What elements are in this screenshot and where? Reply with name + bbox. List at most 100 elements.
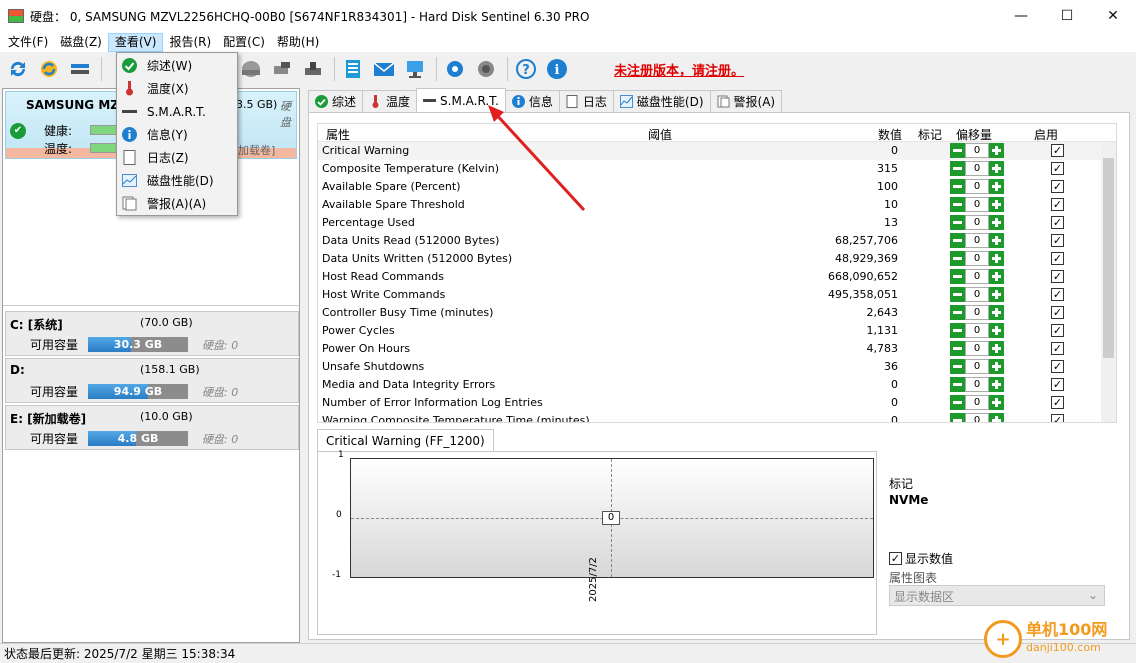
partition-d[interactable]: D: (158.1 GB) 可用容量 94.9 GB 硬盘: 0 — [5, 358, 299, 403]
table-scrollbar[interactable] — [1101, 142, 1116, 422]
increase-offset-button[interactable] — [989, 251, 1004, 266]
disk-repair-icon[interactable] — [299, 55, 327, 83]
menu-item-info[interactable]: 信息(Y) — [117, 123, 237, 146]
show-values-checkbox[interactable]: ✓ — [889, 552, 902, 565]
increase-offset-button[interactable] — [989, 197, 1004, 212]
decrease-offset-button[interactable] — [950, 197, 965, 212]
header-enabled[interactable]: 启用 — [1034, 126, 1058, 143]
decrease-offset-button[interactable] — [950, 251, 965, 266]
minimize-button[interactable]: — — [998, 0, 1044, 32]
enabled-checkbox[interactable]: ✓ — [1051, 306, 1064, 319]
decrease-offset-button[interactable] — [950, 377, 965, 392]
enabled-checkbox[interactable]: ✓ — [1051, 180, 1064, 193]
disk-test-icon[interactable] — [268, 55, 296, 83]
decrease-offset-button[interactable] — [950, 143, 965, 158]
menu-disk[interactable]: 磁盘(Z) — [54, 33, 108, 52]
enabled-checkbox[interactable]: ✓ — [1051, 234, 1064, 247]
enabled-checkbox[interactable]: ✓ — [1051, 270, 1064, 283]
partition-c[interactable]: C: [系统] (70.0 GB) 可用容量 30.3 GB 硬盘: 0 — [5, 311, 299, 356]
scrollbar-thumb[interactable] — [1103, 158, 1114, 358]
offset-value[interactable]: 0 — [965, 413, 989, 422]
increase-offset-button[interactable] — [989, 143, 1004, 158]
tab-temperature[interactable]: 温度 — [362, 90, 418, 112]
email-icon[interactable] — [370, 55, 398, 83]
tab-performance[interactable]: 磁盘性能(D) — [612, 90, 711, 112]
offset-value[interactable]: 0 — [965, 359, 989, 374]
unregistered-link[interactable]: 未注册版本，请注册。 — [614, 60, 744, 79]
menu-view[interactable]: 查看(V) — [107, 32, 164, 52]
decrease-offset-button[interactable] — [950, 161, 965, 176]
menu-item-temperature[interactable]: 温度(X) — [117, 77, 237, 100]
offset-value[interactable]: 0 — [965, 377, 989, 392]
increase-offset-button[interactable] — [989, 269, 1004, 284]
enabled-checkbox[interactable]: ✓ — [1051, 216, 1064, 229]
close-button[interactable]: ✕ — [1090, 0, 1136, 32]
report-icon[interactable] — [339, 55, 367, 83]
menu-item-overview[interactable]: 综述(W) — [117, 54, 237, 77]
enabled-checkbox[interactable]: ✓ — [1051, 324, 1064, 337]
decrease-offset-button[interactable] — [950, 233, 965, 248]
offset-value[interactable]: 0 — [965, 197, 989, 212]
header-attribute[interactable]: 属性 — [326, 126, 350, 143]
table-row[interactable]: Warning Composite Temperature Time (minu… — [318, 412, 1103, 422]
header-threshold[interactable]: 阈值 — [648, 126, 672, 143]
menu-help[interactable]: 帮助(H) — [271, 33, 325, 52]
decrease-offset-button[interactable] — [950, 305, 965, 320]
table-row[interactable]: Data Units Read (512000 Bytes) 68,257,706… — [318, 232, 1103, 250]
enabled-checkbox[interactable]: ✓ — [1051, 414, 1064, 422]
header-offset[interactable]: 偏移量 — [956, 126, 992, 143]
table-row[interactable]: Data Units Written (512000 Bytes) 48,929,… — [318, 250, 1103, 268]
enabled-checkbox[interactable]: ✓ — [1051, 288, 1064, 301]
disk-list-icon[interactable] — [66, 55, 94, 83]
refresh-icon[interactable] — [4, 55, 32, 83]
offset-value[interactable]: 0 — [965, 323, 989, 338]
offset-value[interactable]: 0 — [965, 251, 989, 266]
table-row[interactable]: Media and Data Integrity Errors 0 0 ✓ — [318, 376, 1103, 394]
table-row[interactable]: Percentage Used 13 0 ✓ — [318, 214, 1103, 232]
tab-info[interactable]: 信息 — [504, 90, 560, 112]
attr-chart-select[interactable]: 显示数据区 ⌄ — [889, 585, 1105, 606]
enabled-checkbox[interactable]: ✓ — [1051, 198, 1064, 211]
decrease-offset-button[interactable] — [950, 287, 965, 302]
disk-surface-icon[interactable] — [237, 55, 265, 83]
offset-value[interactable]: 0 — [965, 395, 989, 410]
menu-report[interactable]: 报告(R) — [163, 33, 217, 52]
enabled-checkbox[interactable]: ✓ — [1051, 360, 1064, 373]
offset-value[interactable]: 0 — [965, 269, 989, 284]
table-row[interactable]: Critical Warning 0 0 ✓ — [318, 142, 1103, 160]
enabled-checkbox[interactable]: ✓ — [1051, 252, 1064, 265]
decrease-offset-button[interactable] — [950, 359, 965, 374]
increase-offset-button[interactable] — [989, 323, 1004, 338]
offset-value[interactable]: 0 — [965, 341, 989, 356]
about-info-icon[interactable]: i — [543, 55, 571, 83]
decrease-offset-button[interactable] — [950, 341, 965, 356]
header-value[interactable]: 数值 — [878, 126, 902, 143]
offset-value[interactable]: 0 — [965, 143, 989, 158]
enabled-checkbox[interactable]: ✓ — [1051, 162, 1064, 175]
header-flag[interactable]: 标记 — [918, 126, 942, 143]
maximize-button[interactable]: ☐ — [1044, 0, 1090, 32]
decrease-offset-button[interactable] — [950, 179, 965, 194]
offset-value[interactable]: 0 — [965, 287, 989, 302]
tab-overview[interactable]: 综述 — [308, 90, 364, 112]
offset-value[interactable]: 0 — [965, 233, 989, 248]
table-row[interactable]: Power On Hours 4,783 0 ✓ — [318, 340, 1103, 358]
increase-offset-button[interactable] — [989, 413, 1004, 422]
menu-config[interactable]: 配置(C) — [217, 33, 271, 52]
partition-e[interactable]: E: [新加载卷] (10.0 GB) 可用容量 4.8 GB 硬盘: 0 — [5, 405, 299, 450]
table-row[interactable]: Available Spare Threshold 10 0 ✓ — [318, 196, 1103, 214]
sound-icon[interactable] — [472, 55, 500, 83]
offset-value[interactable]: 0 — [965, 305, 989, 320]
increase-offset-button[interactable] — [989, 395, 1004, 410]
increase-offset-button[interactable] — [989, 161, 1004, 176]
tab-alerts[interactable]: 警报(A) — [709, 90, 783, 112]
enabled-checkbox[interactable]: ✓ — [1051, 378, 1064, 391]
decrease-offset-button[interactable] — [950, 269, 965, 284]
increase-offset-button[interactable] — [989, 341, 1004, 356]
increase-offset-button[interactable] — [989, 179, 1004, 194]
table-row[interactable]: Available Spare (Percent) 100 0 ✓ — [318, 178, 1103, 196]
tab-log[interactable]: 日志 — [558, 90, 614, 112]
increase-offset-button[interactable] — [989, 377, 1004, 392]
table-row[interactable]: Power Cycles 1,131 0 ✓ — [318, 322, 1103, 340]
increase-offset-button[interactable] — [989, 287, 1004, 302]
